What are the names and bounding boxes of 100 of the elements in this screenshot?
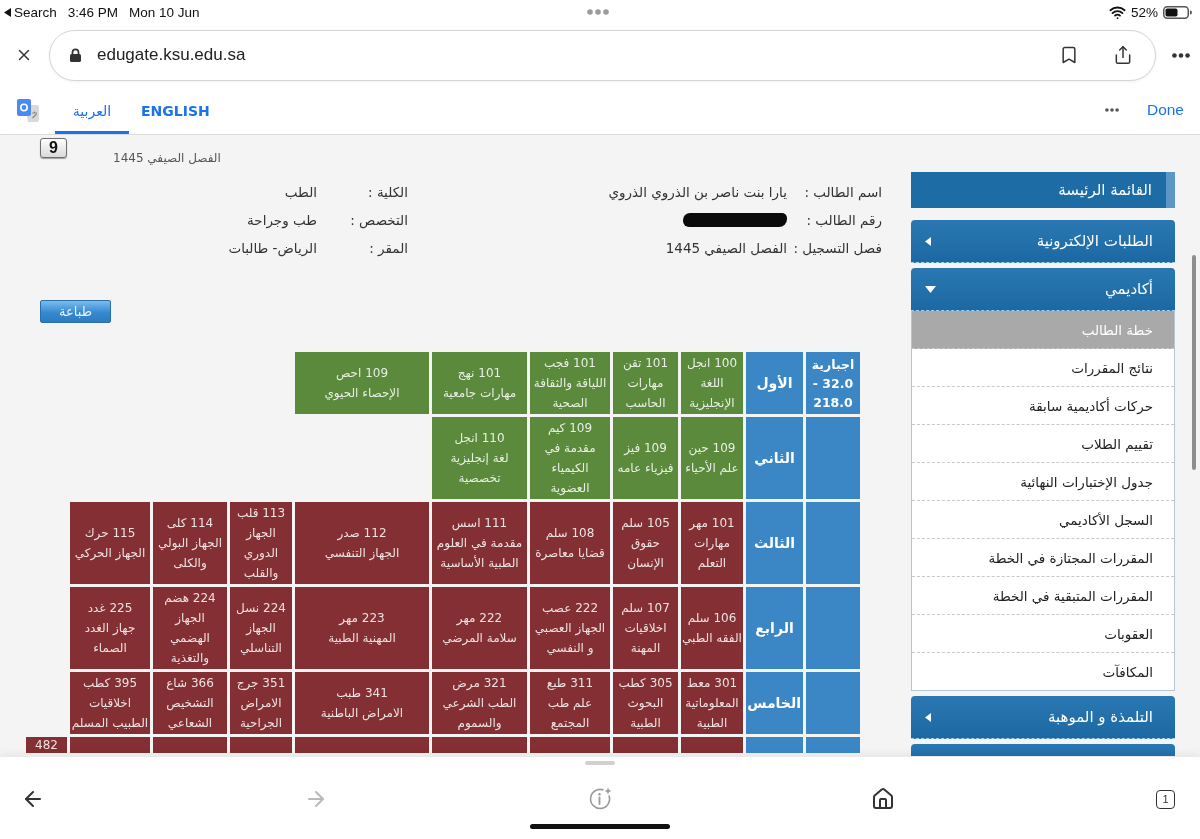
course-name: الجهاز الدوري والقلب <box>242 525 280 583</box>
field-label: فصل التسجيل : <box>793 240 882 256</box>
status-date: Mon 10 Jun <box>129 4 200 20</box>
course-code: 101 نهج <box>457 365 502 382</box>
course-name: البحوث الطبية <box>626 695 665 732</box>
done-button[interactable]: Done <box>1146 101 1184 119</box>
course-name: مهارات الحاسب <box>624 375 667 412</box>
url-text: edugate.ksu.edu.sa <box>97 45 247 65</box>
course-code: 305 كطب <box>618 675 673 692</box>
field-value: يارا بنت ناصر بن الذروي الذروي <box>608 184 787 200</box>
course-name: علم الأحياء <box>685 459 739 477</box>
multitask-dots-icon[interactable] <box>587 9 609 15</box>
course-code: 222 مهر <box>456 610 503 627</box>
field-label: رقم الطالب : <box>806 212 882 228</box>
course-code: 341 طبب <box>336 685 388 702</box>
course-code: 112 صدر <box>337 525 387 543</box>
level-cell: الثاني <box>746 417 803 499</box>
menu-section-header[interactable]: الطلبات الإلكترونية <box>911 220 1175 263</box>
ellipsis-icon <box>1104 108 1119 112</box>
course-name: فيزياء عامه <box>617 460 674 478</box>
course-code: 106 سلم <box>687 610 737 627</box>
course-name: التشخيص الشعاعي <box>165 695 215 732</box>
status-time: 3:46 PM <box>67 4 119 20</box>
category-cell: اجبارية 32.0 - 218.0 <box>806 352 860 414</box>
course-code: 101 تقن <box>622 355 669 373</box>
menu-section-header[interactable]: أكاديمي <box>911 268 1175 311</box>
field-value: الطب <box>284 184 317 200</box>
field-label: التخصص : <box>350 212 408 228</box>
course-name: الامراض الباطنية <box>320 705 404 723</box>
grabber-handle[interactable] <box>585 761 615 765</box>
level-cell <box>746 737 803 753</box>
course-code: 114 كلى <box>166 515 214 532</box>
main-menu-header[interactable]: القائمة الرئيسة <box>911 172 1175 208</box>
level-cell: الثالث <box>746 502 803 584</box>
course-code: 321 مرض <box>452 675 507 693</box>
course-code: 101 فجب <box>544 355 596 372</box>
course-code: 109 كيم <box>548 420 593 437</box>
category-cell <box>806 672 860 734</box>
course-name: الجهاز التنفسي <box>324 545 400 563</box>
share-button[interactable] <box>1113 45 1133 65</box>
course-name: جهاز الغدد الصماء <box>83 620 137 657</box>
bookmark-icon <box>1059 45 1079 65</box>
course-code: 311 طبع <box>546 675 594 692</box>
translate-app-icon <box>17 98 39 122</box>
tab-count-button[interactable]: 1 <box>1156 789 1175 809</box>
level-cell: الأول <box>746 352 803 414</box>
course-name: مهارات جامعية <box>442 385 517 402</box>
course-name: اخلاقيات المهنة <box>623 620 668 657</box>
address-bar[interactable]: edugate.ksu.edu.sa <box>49 29 1156 81</box>
course-name: مقدمة في العلوم الطبية الأساسية <box>435 535 524 572</box>
course-name: الامراض الجراحية <box>238 695 284 732</box>
ellipsis-icon <box>1172 52 1190 58</box>
field-label: المقر : <box>369 240 408 256</box>
course-name: حقوق الإنسان <box>626 535 665 572</box>
course-code: 100 انجل <box>686 355 738 372</box>
level-cell: الخامس <box>746 672 803 734</box>
course-code: 113 قلب <box>236 505 286 522</box>
lock-icon <box>70 48 81 62</box>
course-code: 105 سلم <box>621 515 670 532</box>
back-triangle-icon <box>4 7 11 17</box>
course-name: الجهاز البولي والكلى <box>157 535 223 572</box>
field-value: طب وجراحة <box>247 212 317 228</box>
course-name: قضايا معاصرة <box>535 545 605 563</box>
course-code: 109 احص <box>335 365 389 383</box>
course-code: 101 مهر <box>689 515 735 532</box>
course-code: 366 شاع <box>166 675 214 692</box>
back-to-app-link[interactable]: Search <box>4 4 57 20</box>
course-name: علم طب المجتمع <box>546 695 594 732</box>
course-name: الجهاز العصبي و النفسي <box>533 620 607 657</box>
course-code: 109 فيز <box>624 440 667 457</box>
more-button[interactable] <box>1172 52 1190 58</box>
category-cell <box>806 737 860 753</box>
field-value: الفصل الصيفي 1445 <box>665 240 787 256</box>
course-code: 224 هضم <box>164 590 216 607</box>
course-code: 222 عصب <box>541 600 599 617</box>
course-name: اللياقة والثقافة الصحية <box>532 375 608 412</box>
semester-title: الفصل الصيفي 1445 <box>113 151 221 165</box>
course-name: سلامة المرضي <box>442 630 517 648</box>
course-name: مقدمة في الكيمياء العضوية <box>543 440 597 497</box>
course-code: 107 سلم <box>621 600 670 617</box>
field-label: اسم الطالب : <box>804 184 882 200</box>
course-code: 225 غدد <box>87 600 133 617</box>
info-sparkle-icon <box>587 787 612 811</box>
field-value: الرياض- طالبات <box>228 240 317 256</box>
level-cell: الرابع <box>746 587 803 669</box>
course-name: لغة إنجليزية تخصصية <box>449 450 510 487</box>
course-code: 301 معط <box>686 675 738 692</box>
course-name: الجهاز الحركي <box>74 545 146 563</box>
course-code: 351 جرج <box>236 675 286 693</box>
language-tab[interactable]: ENGLISH <box>129 86 222 134</box>
menu-section-header[interactable]: التلمذة و الموهبة <box>911 696 1175 739</box>
course-name: المعلوماتية الطبية <box>684 695 740 732</box>
course-code: 395 كطب <box>82 675 138 692</box>
bookmark-button[interactable] <box>1059 45 1079 65</box>
translate-options-button[interactable] <box>1104 108 1119 112</box>
course-code: 482 <box>35 737 58 753</box>
course-code: 224 نسل <box>236 600 286 617</box>
course-code: 110 انجل <box>454 430 505 447</box>
battery-percent: 52% <box>1130 4 1158 20</box>
course-code: 108 سلم <box>545 525 595 542</box>
